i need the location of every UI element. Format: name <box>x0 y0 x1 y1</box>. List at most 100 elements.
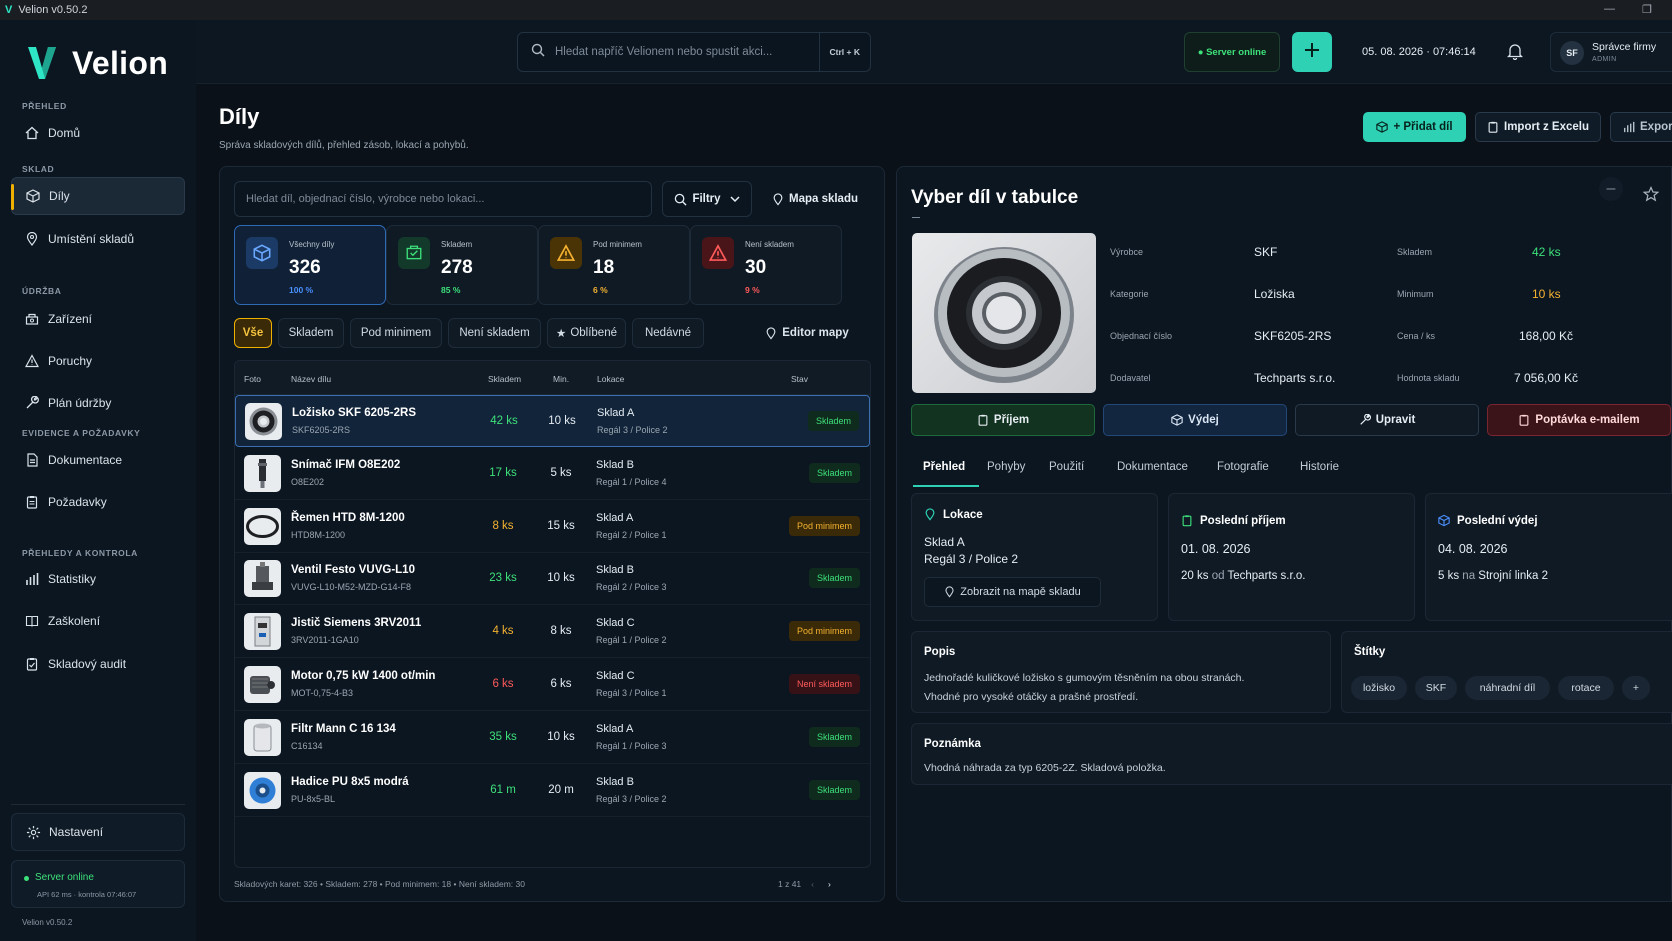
tab-historie[interactable]: Historie <box>1300 461 1339 473</box>
tag-chip[interactable]: SKF <box>1415 676 1457 700</box>
filter-chip-all[interactable]: Vše <box>234 318 272 348</box>
add-part-button[interactable]: + Přidat díl <box>1363 112 1466 142</box>
receive-button[interactable]: Příjem <box>911 404 1095 436</box>
stat-card-below-min[interactable]: Pod minimem 18 6 % <box>538 225 690 305</box>
chevron-left-icon[interactable]: ‹ <box>811 879 814 889</box>
minimize-icon[interactable]: — <box>1604 3 1615 15</box>
quick-add-button[interactable] <box>1292 32 1332 72</box>
map-editor-button[interactable]: Editor mapy <box>740 318 874 348</box>
sidebar-item-zaskoleni[interactable]: Zaškolení <box>11 602 185 640</box>
warehouse-map-button[interactable]: Mapa skladu <box>760 181 870 217</box>
filter-chip-recent[interactable]: Nedávné <box>632 318 704 348</box>
sidebar-item-domu[interactable]: Domů <box>11 114 185 152</box>
issue-button[interactable]: Výdej <box>1103 404 1287 436</box>
field-label: Objednací číslo <box>1110 331 1173 341</box>
sidebar-divider <box>11 804 185 805</box>
show-on-map-button[interactable]: Zobrazit na mapě skladu <box>924 577 1101 607</box>
add-tag-button[interactable]: + <box>1622 676 1650 700</box>
clipboard-icon <box>1518 414 1530 426</box>
table-row[interactable]: Ventil Festo VUVG-L10 VUVG-L10-M52-MZD-G1… <box>235 553 870 606</box>
tab-pohyby[interactable]: Pohyby <box>987 461 1025 473</box>
part-thumbnail <box>244 507 281 545</box>
stat-label: Není skladem <box>745 240 794 249</box>
plus-icon <box>1303 41 1321 64</box>
table-row[interactable]: Ložisko SKF 6205-2RS SKF6205-2RS 42 ks 10 k… <box>235 395 870 447</box>
location-shelf: Regál 1 / Police 3 <box>596 740 667 751</box>
filter-chip-favorites[interactable]: ★ Oblíbené <box>547 318 626 348</box>
sidebar-item-nastaveni[interactable]: Nastavení <box>11 813 185 851</box>
tab-prehled[interactable]: Přehled <box>923 461 965 473</box>
status-badge: Není skladem <box>788 674 860 694</box>
stat-card-out-of-stock[interactable]: Není skladem 30 9 % <box>690 225 842 305</box>
stock-qty: 8 ks <box>492 519 514 532</box>
part-name: Jistič Siemens 3RV2011 <box>291 617 422 630</box>
sidebar-item-dily[interactable]: Díly <box>11 177 185 215</box>
field-label: Kategorie <box>1110 289 1149 299</box>
import-excel-button[interactable]: Import z Excelu <box>1475 112 1601 142</box>
location-card: Lokace Sklad A Regál 3 / Police 2 Zobraz… <box>911 493 1158 621</box>
tag-chip[interactable]: ložisko <box>1351 676 1407 700</box>
stock-qty: 17 ks <box>489 466 517 479</box>
tab-pouziti[interactable]: Použití <box>1049 461 1084 473</box>
stat-card-in-stock[interactable]: Skladem 278 85 % <box>386 225 538 305</box>
chevron-right-icon[interactable]: › <box>828 879 831 889</box>
server-online-badge[interactable]: ● Server online <box>1184 32 1280 72</box>
filter-chip-below-min[interactable]: Pod minimem <box>350 318 442 348</box>
filter-chip-out-of-stock[interactable]: Není skladem <box>448 318 541 348</box>
edit-button[interactable]: Upravit <box>1295 404 1479 436</box>
sidebar-item-umisteni-skladu[interactable]: Umístění skladů <box>11 220 185 258</box>
field-value: SKF <box>1254 245 1278 259</box>
last-receipt-date: 01. 08. 2026 <box>1181 542 1251 556</box>
col-name[interactable]: Název dílu <box>291 374 331 384</box>
sidebar-item-pozadavky[interactable]: Požadavky <box>11 483 185 521</box>
status-badge: Skladem <box>808 779 860 800</box>
table-row[interactable]: Motor 0,75 kW 1400 ot/min MOT-0,75-4-B3 6 … <box>235 659 870 711</box>
sidebar-item-statistiky[interactable]: Statistiky <box>11 560 185 598</box>
min-qty: 10 ks <box>547 572 575 585</box>
part-thumbnail <box>244 666 281 703</box>
table-row[interactable]: Filtr Mann C 16 134 C16134 35 ks 10 ks Sklad… <box>235 712 870 764</box>
export-button[interactable]: Export <box>1610 112 1672 142</box>
col-location[interactable]: Lokace <box>597 374 624 384</box>
sidebar-item-dokumentace[interactable]: Dokumentace <box>11 441 185 479</box>
tab-dokumentace[interactable]: Dokumentace <box>1117 461 1188 473</box>
global-search[interactable]: Hledat napříč Velionem nebo spustit akci… <box>517 32 871 72</box>
table-row[interactable]: Jistič Siemens 3RV2011 3RV2011-1GA10 4 ks 8… <box>235 606 870 659</box>
tag-chip[interactable]: náhradní díl <box>1465 676 1550 700</box>
col-photo[interactable]: Foto <box>244 374 261 384</box>
location-shelf: Regál 2 / Police 1 <box>596 529 667 540</box>
section-prehledy: PŘEHLEDY A KONTROLA <box>22 548 138 558</box>
location-line1: Sklad A <box>924 535 965 549</box>
sidebar-item-plan-udrzby[interactable]: Plán údržby <box>11 384 185 422</box>
pagination: 1 z 41 ‹ › <box>778 879 831 889</box>
audit-clipboard-icon <box>24 656 40 672</box>
sidebar-item-poruchy[interactable]: Poruchy <box>11 342 185 380</box>
collapse-button[interactable]: – <box>1599 177 1623 201</box>
global-search-input[interactable]: Hledat napříč Velionem nebo spustit akci… <box>555 46 819 58</box>
parts-search-input[interactable]: Hledat díl, objednací číslo, výrobce neb… <box>234 181 652 217</box>
tag-chip[interactable]: rotace <box>1558 676 1614 700</box>
sidebar-item-zarizeni[interactable]: Zařízení <box>11 300 185 338</box>
col-stock[interactable]: Skladem <box>488 374 521 384</box>
maximize-icon[interactable]: ❐ <box>1642 3 1652 16</box>
part-code: O8E202 <box>291 476 325 487</box>
field-label: Minimum <box>1397 289 1434 299</box>
table-row[interactable]: Snímač IFM O8E202 O8E202 17 ks 5 ks Sklad B R… <box>235 448 870 500</box>
col-min[interactable]: Min. <box>553 374 569 384</box>
favorite-star-icon[interactable] <box>1642 186 1660 207</box>
email-request-button[interactable]: Poptávka e-mailem <box>1487 404 1671 436</box>
bell-icon[interactable] <box>1506 42 1524 65</box>
user-menu[interactable]: SF Správce firmy ADMIN <box>1550 32 1672 72</box>
filter-chip-in-stock[interactable]: Skladem <box>278 318 344 348</box>
part-name: Řemen HTD 8M-1200 <box>291 511 405 524</box>
document-icon <box>24 452 40 468</box>
filters-button[interactable]: Filtry <box>662 181 752 217</box>
col-status[interactable]: Stav <box>791 374 808 384</box>
table-row[interactable]: Řemen HTD 8M-1200 HTD8M-1200 8 ks 15 ks Skla… <box>235 501 870 553</box>
stat-card-all[interactable]: Všechny díly 326 100 % <box>234 225 386 305</box>
stock-qty: 4 ks <box>492 625 514 638</box>
note-title: Poznámka <box>924 738 981 750</box>
sidebar-item-skladovy-audit[interactable]: Skladový audit <box>11 645 185 683</box>
table-row[interactable]: Hadice PU 8x5 modrá PU-8x5-BL 61 m 20 m Skla… <box>235 765 870 817</box>
tab-fotografie[interactable]: Fotografie <box>1217 461 1269 473</box>
